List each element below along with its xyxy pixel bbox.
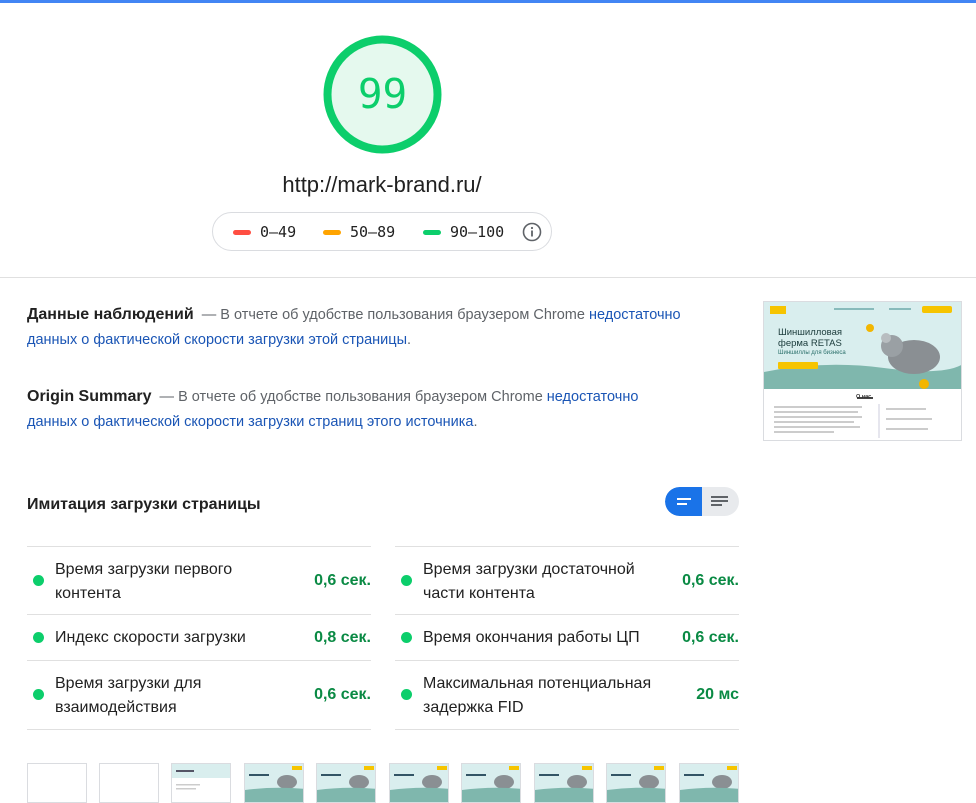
- filmstrip-frame-image: [390, 764, 448, 802]
- filmstrip-frame-image: [245, 764, 303, 802]
- legend-poor-label: 0–49: [260, 223, 297, 241]
- pass-dot-icon: [401, 575, 412, 586]
- metric-name: Время загрузки достаточной части контент…: [423, 561, 635, 602]
- section-divider: [0, 277, 976, 278]
- average-dash-icon: [323, 230, 341, 235]
- filmstrip-frame-9: [606, 763, 666, 803]
- score-legend: 0–49 50–89 90–100: [212, 212, 552, 251]
- metric-name: Время загрузки для взаимодействия: [55, 675, 202, 716]
- metric-cpu-idle: Время окончания работы ЦП 0,6 сек.: [395, 614, 739, 661]
- filmstrip-frame-10: [679, 763, 739, 803]
- metrics-divider: [27, 729, 371, 730]
- origin-summary-period: .: [473, 414, 478, 430]
- filmstrip-frame-image: [680, 764, 738, 802]
- filmstrip-frame-3: [171, 763, 231, 803]
- legend-poor: 0–49: [233, 213, 296, 252]
- top-accent-bar: [0, 0, 976, 3]
- metric-fcp: Время загрузки первого контента 0,6 сек.: [27, 546, 371, 615]
- filmstrip-frame-1: [27, 763, 87, 803]
- metric-name: Индекс скорости загрузки: [55, 629, 246, 646]
- origin-summary-dash: —: [159, 389, 175, 405]
- lab-data-title: Имитация загрузки страницы: [27, 496, 261, 513]
- metric-view-toggle[interactable]: [665, 487, 739, 516]
- metrics-divider: [395, 729, 739, 730]
- filmstrip-frame-image: [535, 764, 593, 802]
- origin-summary-title: Origin Summary: [27, 388, 152, 405]
- field-data-title: Данные наблюдений: [27, 306, 194, 323]
- performance-score: 99: [357, 70, 408, 118]
- legend-average: 50–89: [323, 213, 395, 252]
- thumbnail-subheading: Шиншиллы для бизнеса: [778, 350, 846, 356]
- filmstrip-frame-image: [317, 764, 375, 802]
- filmstrip-frame-6: [389, 763, 449, 803]
- thumbnail-image: [764, 302, 961, 440]
- expanded-view-button[interactable]: [702, 487, 739, 516]
- pass-dot-icon: [33, 632, 44, 643]
- metric-value: 0,6 сек.: [682, 572, 739, 589]
- filmstrip-frame-4: [244, 763, 304, 803]
- metric-value: 20 мс: [696, 686, 739, 703]
- field-data-text: В отчете об удобстве пользования браузер…: [220, 307, 585, 323]
- metric-tti: Время загрузки для взаимодействия 0,6 се…: [27, 660, 371, 729]
- pass-dot-icon: [33, 575, 44, 586]
- thumbnail-heading: Шиншилловая ферма RETAS: [778, 327, 843, 349]
- compact-view-icon: [677, 498, 691, 505]
- filmstrip-frame-2: [99, 763, 159, 803]
- expanded-view-icon: [711, 496, 728, 506]
- filmstrip-frame-8: [534, 763, 594, 803]
- final-screenshot-thumbnail: Шиншилловая ферма RETAS Шиншиллы для биз…: [763, 301, 962, 441]
- thumbnail-section: О нас: [856, 394, 872, 400]
- legend-average-label: 50–89: [350, 223, 396, 241]
- metric-fmp: Время загрузки достаточной части контент…: [395, 546, 739, 615]
- filmstrip-frame-image: [172, 764, 230, 802]
- field-data-dash: —: [201, 307, 217, 323]
- poor-dash-icon: [233, 230, 251, 235]
- field-data-period: .: [407, 332, 412, 348]
- page-url: http://mark-brand.ru/: [282, 172, 482, 197]
- metric-max-fid: Максимальная потенциальная задержка FID …: [395, 660, 739, 729]
- metric-value: 0,6 сек.: [314, 572, 371, 589]
- metric-value: 0,8 сек.: [314, 629, 371, 646]
- metric-name: Максимальная потенциальная задержка FID: [423, 675, 652, 716]
- legend-good-label: 90–100: [450, 223, 505, 241]
- metric-name: Время окончания работы ЦП: [423, 629, 640, 646]
- metric-name: Время загрузки первого контента: [55, 561, 233, 602]
- origin-summary-text: В отчете об удобстве пользования браузер…: [178, 389, 543, 405]
- metric-value: 0,6 сек.: [682, 629, 739, 646]
- filmstrip-frame-image: [607, 764, 665, 802]
- metric-value: 0,6 сек.: [314, 686, 371, 703]
- filmstrip-frame-image: [462, 764, 520, 802]
- compact-view-button[interactable]: [665, 487, 702, 516]
- pass-dot-icon: [401, 632, 412, 643]
- legend-good: 90–100: [423, 213, 504, 252]
- pass-dot-icon: [401, 689, 412, 700]
- good-dash-icon: [423, 230, 441, 235]
- info-icon[interactable]: [522, 222, 542, 242]
- field-data-section: Данные наблюдений — В отчете об удобстве…: [27, 302, 687, 353]
- filmstrip-frame-7: [461, 763, 521, 803]
- filmstrip-frame-5: [316, 763, 376, 803]
- origin-summary-section: Origin Summary — В отчете об удобстве по…: [27, 384, 687, 435]
- metric-speed-index: Индекс скорости загрузки 0,8 сек.: [27, 614, 371, 661]
- pass-dot-icon: [33, 689, 44, 700]
